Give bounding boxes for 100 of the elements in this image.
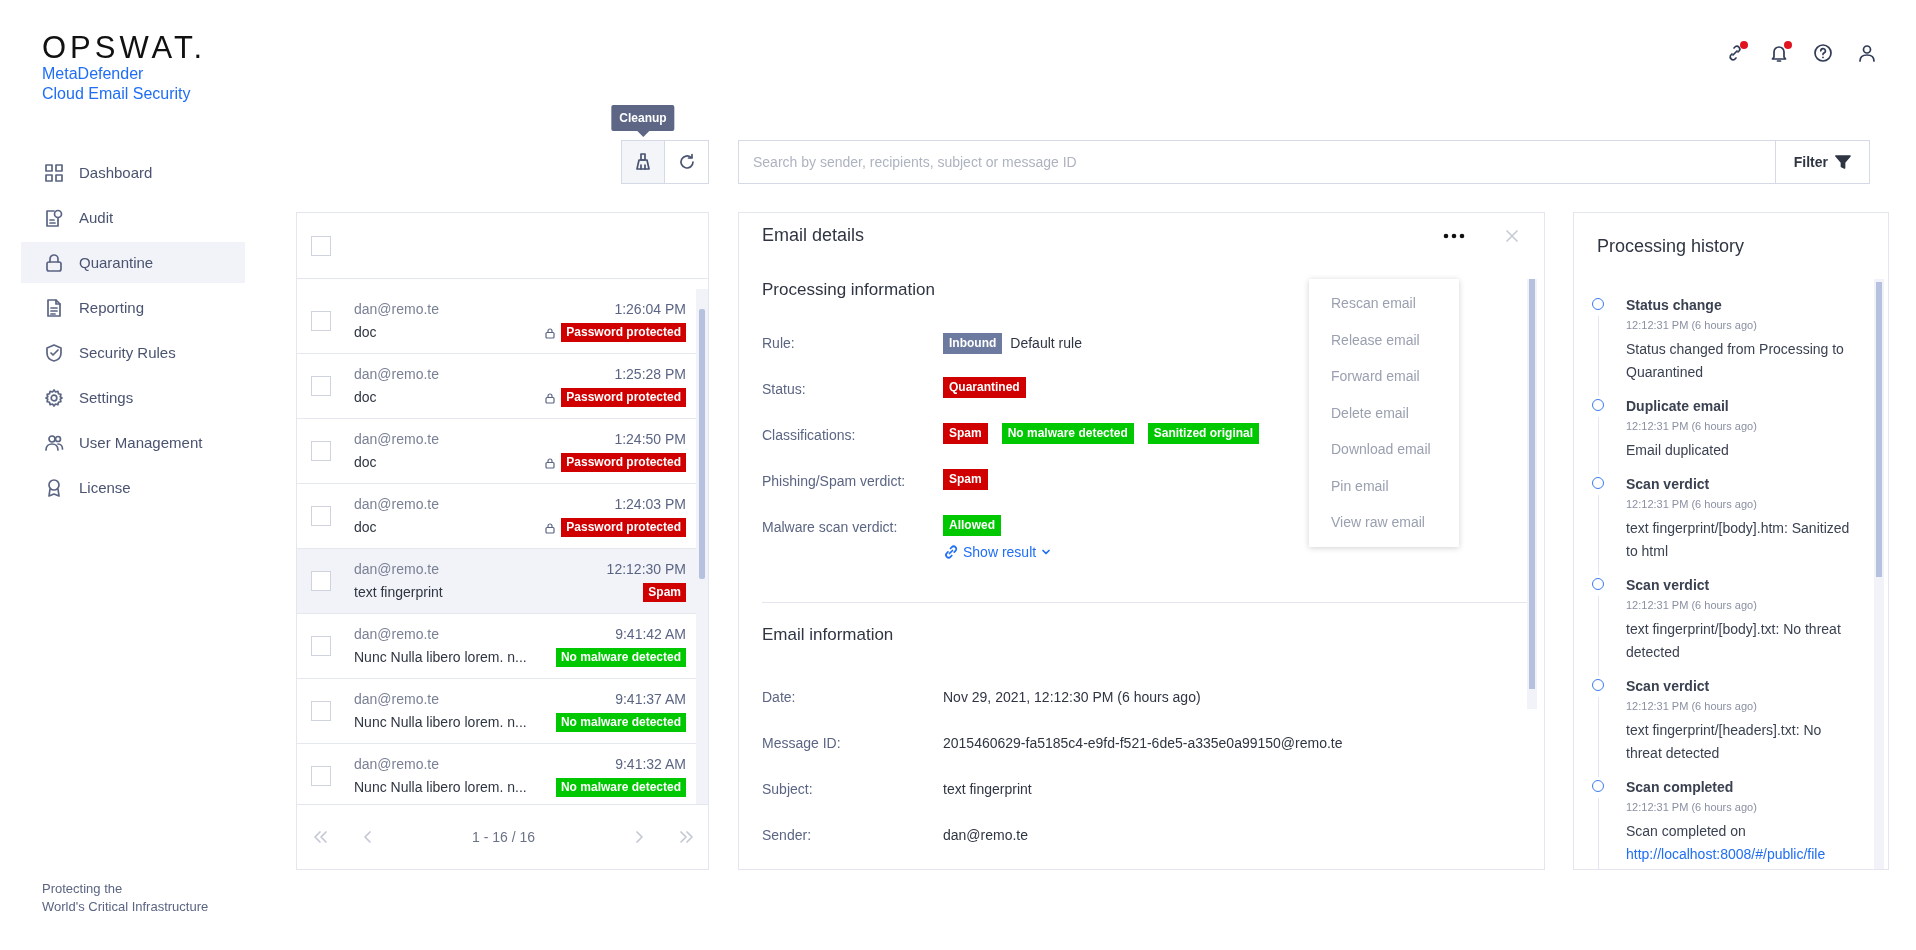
nav-item[interactable]: Audit [21,197,245,238]
nav-item[interactable]: Quarantine [21,242,245,283]
nav-item[interactable]: User Management [21,422,245,463]
event-time: 12:12:31 PM (6 hours ago) [1626,800,1758,815]
panel-title: Email details [762,225,866,246]
email-row[interactable]: dan@remo.te 1:24:50 PM doc Password protected [297,419,696,484]
event-title: Scan verdict [1626,677,1711,696]
email-subject: Nunc Nulla libero lorem. n... [354,778,527,797]
tooltip-pointer [637,131,649,137]
nav-item[interactable]: Security Rules [21,332,245,373]
email-row[interactable]: dan@remo.te 9:41:42 AM Nunc Nulla libero lorem. n... No malware detected [297,614,696,679]
status-tag: Allowed [943,515,1001,536]
field-label: Date: [762,688,797,707]
event-description: text fingerprint/[body].htm: Sanitized to html [1626,519,1851,561]
status-tag: No malware detected [555,778,686,797]
product-name: MetaDefender [42,64,144,84]
row-checkbox[interactable] [311,766,331,786]
nav-item[interactable]: Dashboard [21,152,245,193]
received-time: 1:25:28 PM [614,365,686,384]
show-result-link[interactable]: Show result [943,544,1053,560]
field-label: Rule: [762,334,796,353]
received-time: 9:41:32 AM [615,755,686,774]
row-checkbox[interactable] [311,441,331,461]
file-link[interactable]: http://localhost:8008/#/public/file [1626,843,1858,866]
sender-address: dan@remo.te [354,690,440,709]
settings-icon [44,387,64,408]
status-tag: Spam [943,423,988,444]
email-row[interactable]: dan@remo.te 1:25:28 PM doc Password protected [297,354,696,419]
nav-item[interactable]: Reporting [21,287,245,328]
email-row[interactable]: dan@remo.te 9:41:32 AM Nunc Nulla libero lorem. n... No malware detected [297,744,696,804]
event-title: Scan verdict [1626,475,1711,494]
email-subject: doc [354,518,377,537]
event-time: 12:12:31 PM (6 hours ago) [1626,318,1758,333]
field-label: Malware scan verdict: [762,518,899,537]
email-subject: doc [354,388,377,407]
status-tag: No malware detected [555,713,686,732]
help-icon[interactable] [1812,42,1834,64]
filter-icon [1835,154,1851,170]
email-row[interactable]: dan@remo.te 9:41:37 AM Nunc Nulla libero lorem. n... No malware detected [297,679,696,744]
received-time: 1:24:50 PM [614,430,686,449]
email-subject: Nunc Nulla libero lorem. n... [354,713,527,732]
row-checkbox[interactable] [311,701,331,721]
field-label: Sender: [762,826,813,845]
select-all-checkbox[interactable] [311,235,331,256]
field-value: Default rule [1010,334,1082,353]
nav-item[interactable]: Settings [21,377,245,418]
sender-address: dan@remo.te [354,625,440,644]
page-range: 1 - 16 / 16 [471,829,535,845]
event-time: 12:12:31 PM (6 hours ago) [1626,419,1758,434]
event-time: 12:12:31 PM (6 hours ago) [1626,497,1758,512]
product-name: Cloud Email Security [42,84,191,104]
field-label: Message ID: [762,734,842,753]
row-checkbox[interactable] [311,636,331,656]
received-time: 9:41:37 AM [615,690,686,709]
row-checkbox[interactable] [311,311,331,331]
field-label: Classifications: [762,426,857,445]
link-icon [943,544,959,560]
document-icon [44,297,64,318]
search-field[interactable]: Search by sender, recipients, subject or message ID Filter [738,140,1870,184]
row-checkbox[interactable] [311,571,331,591]
user-icon[interactable] [1856,42,1878,64]
shield-check-icon [44,342,64,363]
field-value: 2015460629-fa5185c4-e9fd-f521-6de5-a335e0a99150@remo.te [943,734,1343,753]
lock-icon [44,252,64,273]
status-tag: Spam [643,583,686,602]
event-title: Duplicate email [1626,397,1730,416]
panel-title: Processing history [1596,234,1746,258]
tooltip: Cleanup [611,105,675,131]
field-value: Nov 29, 2021, 12:12:30 PM (6 hours ago) [943,688,1201,707]
email-subject: doc [354,323,377,342]
sender-address: dan@remo.te [354,365,440,384]
status-tag: Password protected [561,453,686,472]
users-icon [44,432,64,453]
status-tag: Inbound [943,332,1003,354]
status-tag: Sanitized original [1147,423,1260,444]
row-checkbox[interactable] [311,506,331,526]
field-value: text fingerprint [943,780,1032,799]
status-tag: Password protected [561,323,686,342]
event-title: Scan verdict [1626,576,1711,595]
row-checkbox[interactable] [311,376,331,396]
status-tag: Password protected [561,518,686,537]
status-tag: Password protected [561,388,686,407]
close-icon[interactable] [1505,228,1519,243]
company-logo: OPSWAT. [42,32,207,64]
received-time: 1:24:03 PM [614,495,686,514]
refresh-button[interactable] [665,140,709,184]
grid-icon [44,162,64,183]
received-time: 12:12:30 PM [606,560,686,579]
email-row[interactable]: dan@remo.te 12:12:30 PM text fingerprint Spam [297,549,696,614]
more-icon[interactable] [1443,232,1465,239]
event-title: Status change [1626,296,1723,315]
last-page-icon[interactable] [678,828,696,846]
sender-address: dan@remo.te [354,430,440,449]
first-page-icon[interactable] [311,828,329,846]
status-tag: No malware detected [1001,423,1134,444]
event-description: text fingerprint/[body].txt: No threat detected [1626,620,1842,662]
email-row[interactable]: dan@remo.te 1:26:04 PM doc Password protected [297,289,696,354]
received-time: 9:41:42 AM [615,625,686,644]
nav-item[interactable]: License [21,467,245,508]
event-description: text fingerprint/[headers].txt: No threat detected [1626,721,1823,763]
